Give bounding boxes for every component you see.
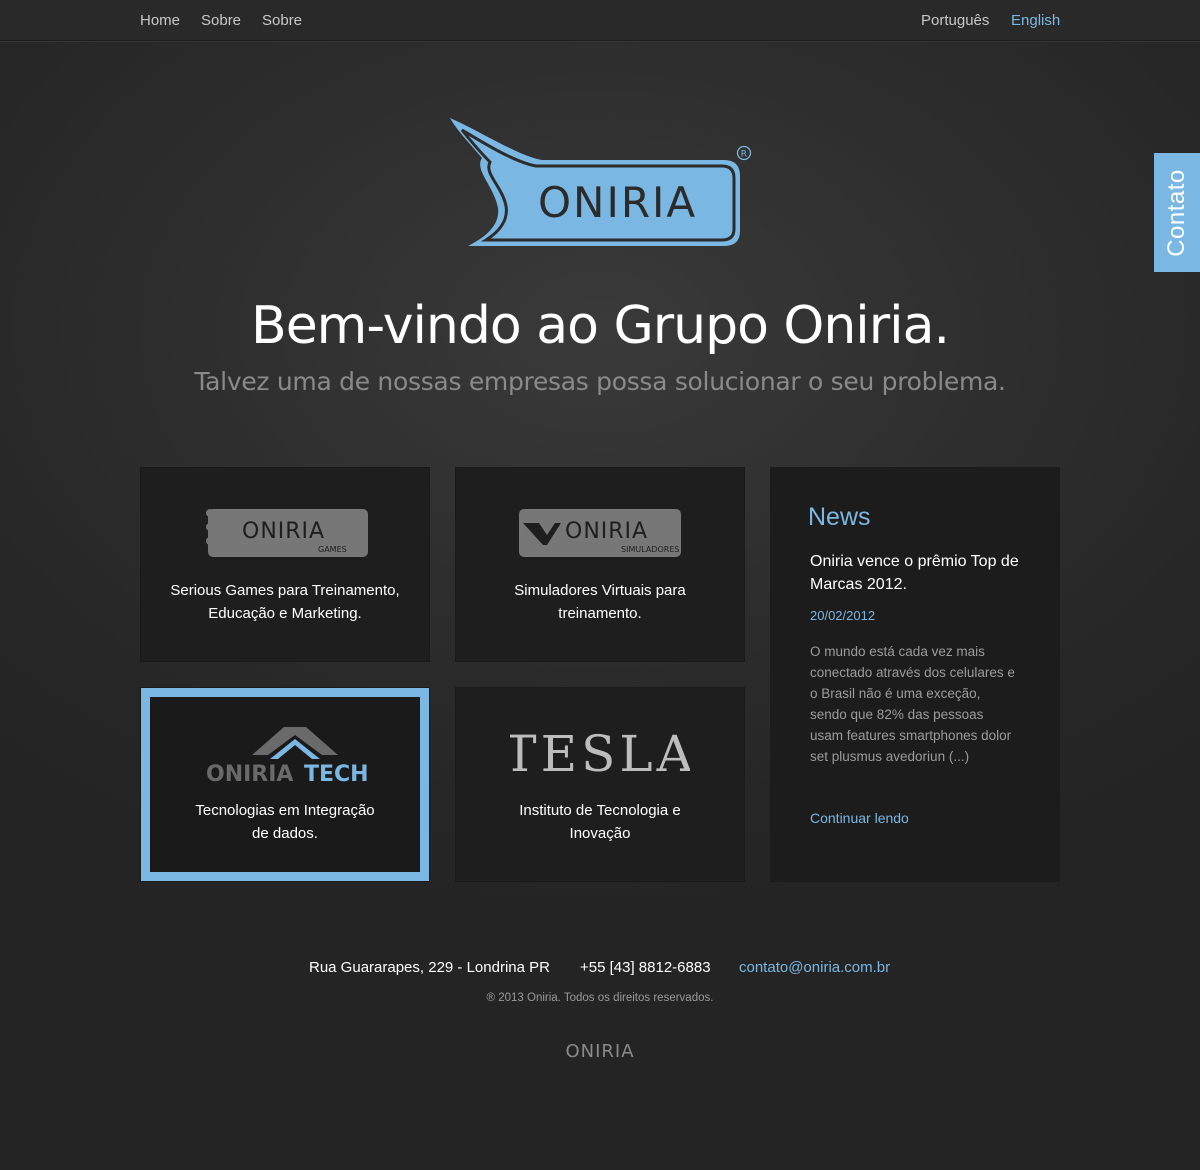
- nav-sobre-link[interactable]: Sobre: [201, 12, 241, 29]
- company-card-tesla[interactable]: TESLA Instituto de Tecnologia e Inovação: [455, 687, 745, 882]
- oniria-simuladores-logo: ONIRIA SIMULADORES: [519, 509, 681, 557]
- svg-text:ONIRIA: ONIRIA: [565, 1041, 634, 1060]
- lang-english-link[interactable]: English: [1011, 12, 1060, 29]
- copyright-text: ® 2013 Oniria. Todos os direitos reserva…: [486, 992, 714, 1004]
- page-title: Bem-vindo ao Grupo Oniria.: [251, 296, 950, 356]
- contato-tab-label: Contato: [1163, 168, 1190, 257]
- nav-sobre-link-2[interactable]: Sobre: [262, 12, 302, 29]
- contato-tab[interactable]: Contato: [1154, 153, 1200, 272]
- company-card-tech[interactable]: ONIRIA TECH Tecnologias em Integração de…: [140, 687, 430, 882]
- card-description: Serious Games para Treinamento, Educação…: [170, 582, 400, 622]
- continue-reading-link[interactable]: Continuar lendo: [810, 810, 909, 826]
- svg-text:ONIRIA: ONIRIA: [565, 519, 648, 544]
- oniria-games-logo: ONIRIA GAMES: [206, 509, 368, 557]
- company-card-simuladores[interactable]: ONIRIA SIMULADORES Simuladores Virtuais …: [455, 467, 745, 662]
- oniria-logo: ONIRIA R: [450, 118, 752, 246]
- footer-oniria-logo: ONIRIA: [565, 1041, 634, 1060]
- svg-text:R: R: [741, 150, 747, 160]
- svg-text:GAMES: GAMES: [318, 545, 347, 554]
- footer-address: Rua Guararapes, 229 - Londrina PR: [309, 959, 550, 976]
- news-body: O mundo está cada vez mais conectado atr…: [810, 644, 1015, 764]
- oniriatech-logo: ONIRIA TECH: [206, 727, 369, 787]
- nav-home-link[interactable]: Home: [140, 12, 180, 29]
- company-card-games[interactable]: ONIRIA GAMES Serious Games para Treiname…: [140, 467, 430, 662]
- card-description: Simuladores Virtuais para treinamento.: [514, 582, 686, 622]
- page-subtitle: Talvez uma de nossas empresas possa solu…: [194, 367, 1006, 396]
- svg-text:TECH: TECH: [304, 762, 369, 787]
- news-panel: News Oniria vence o prêmio Top de Marcas…: [770, 467, 1060, 882]
- top-nav: Home Sobre Sobre Português English: [0, 0, 1200, 41]
- svg-text:SIMULADORES: SIMULADORES: [621, 545, 679, 554]
- footer-email-link[interactable]: contato@oniria.com.br: [739, 959, 890, 976]
- lang-portugues-link[interactable]: Português: [921, 12, 989, 29]
- tesla-logo: TESLA: [510, 725, 690, 779]
- news-date: 20/02/2012: [810, 608, 876, 623]
- svg-text:ONIRIA: ONIRIA: [206, 762, 293, 787]
- news-headline[interactable]: Oniria vence o prêmio Top de Marcas 2012…: [810, 550, 1020, 596]
- footer-phone: +55 [43] 8812-6883: [580, 959, 711, 976]
- company-card-tech-inner: ONIRIA TECH Tecnologias em Integração de…: [150, 697, 420, 872]
- svg-text:ONIRIA: ONIRIA: [242, 519, 325, 544]
- card-description: Instituto de Tecnologia e Inovação: [519, 802, 681, 842]
- hero-logo-text: ONIRIA: [538, 178, 697, 227]
- svg-text:TESLA: TESLA: [510, 725, 690, 779]
- news-title: News: [808, 503, 871, 531]
- card-description: Tecnologias em Integração de dados.: [195, 802, 375, 842]
